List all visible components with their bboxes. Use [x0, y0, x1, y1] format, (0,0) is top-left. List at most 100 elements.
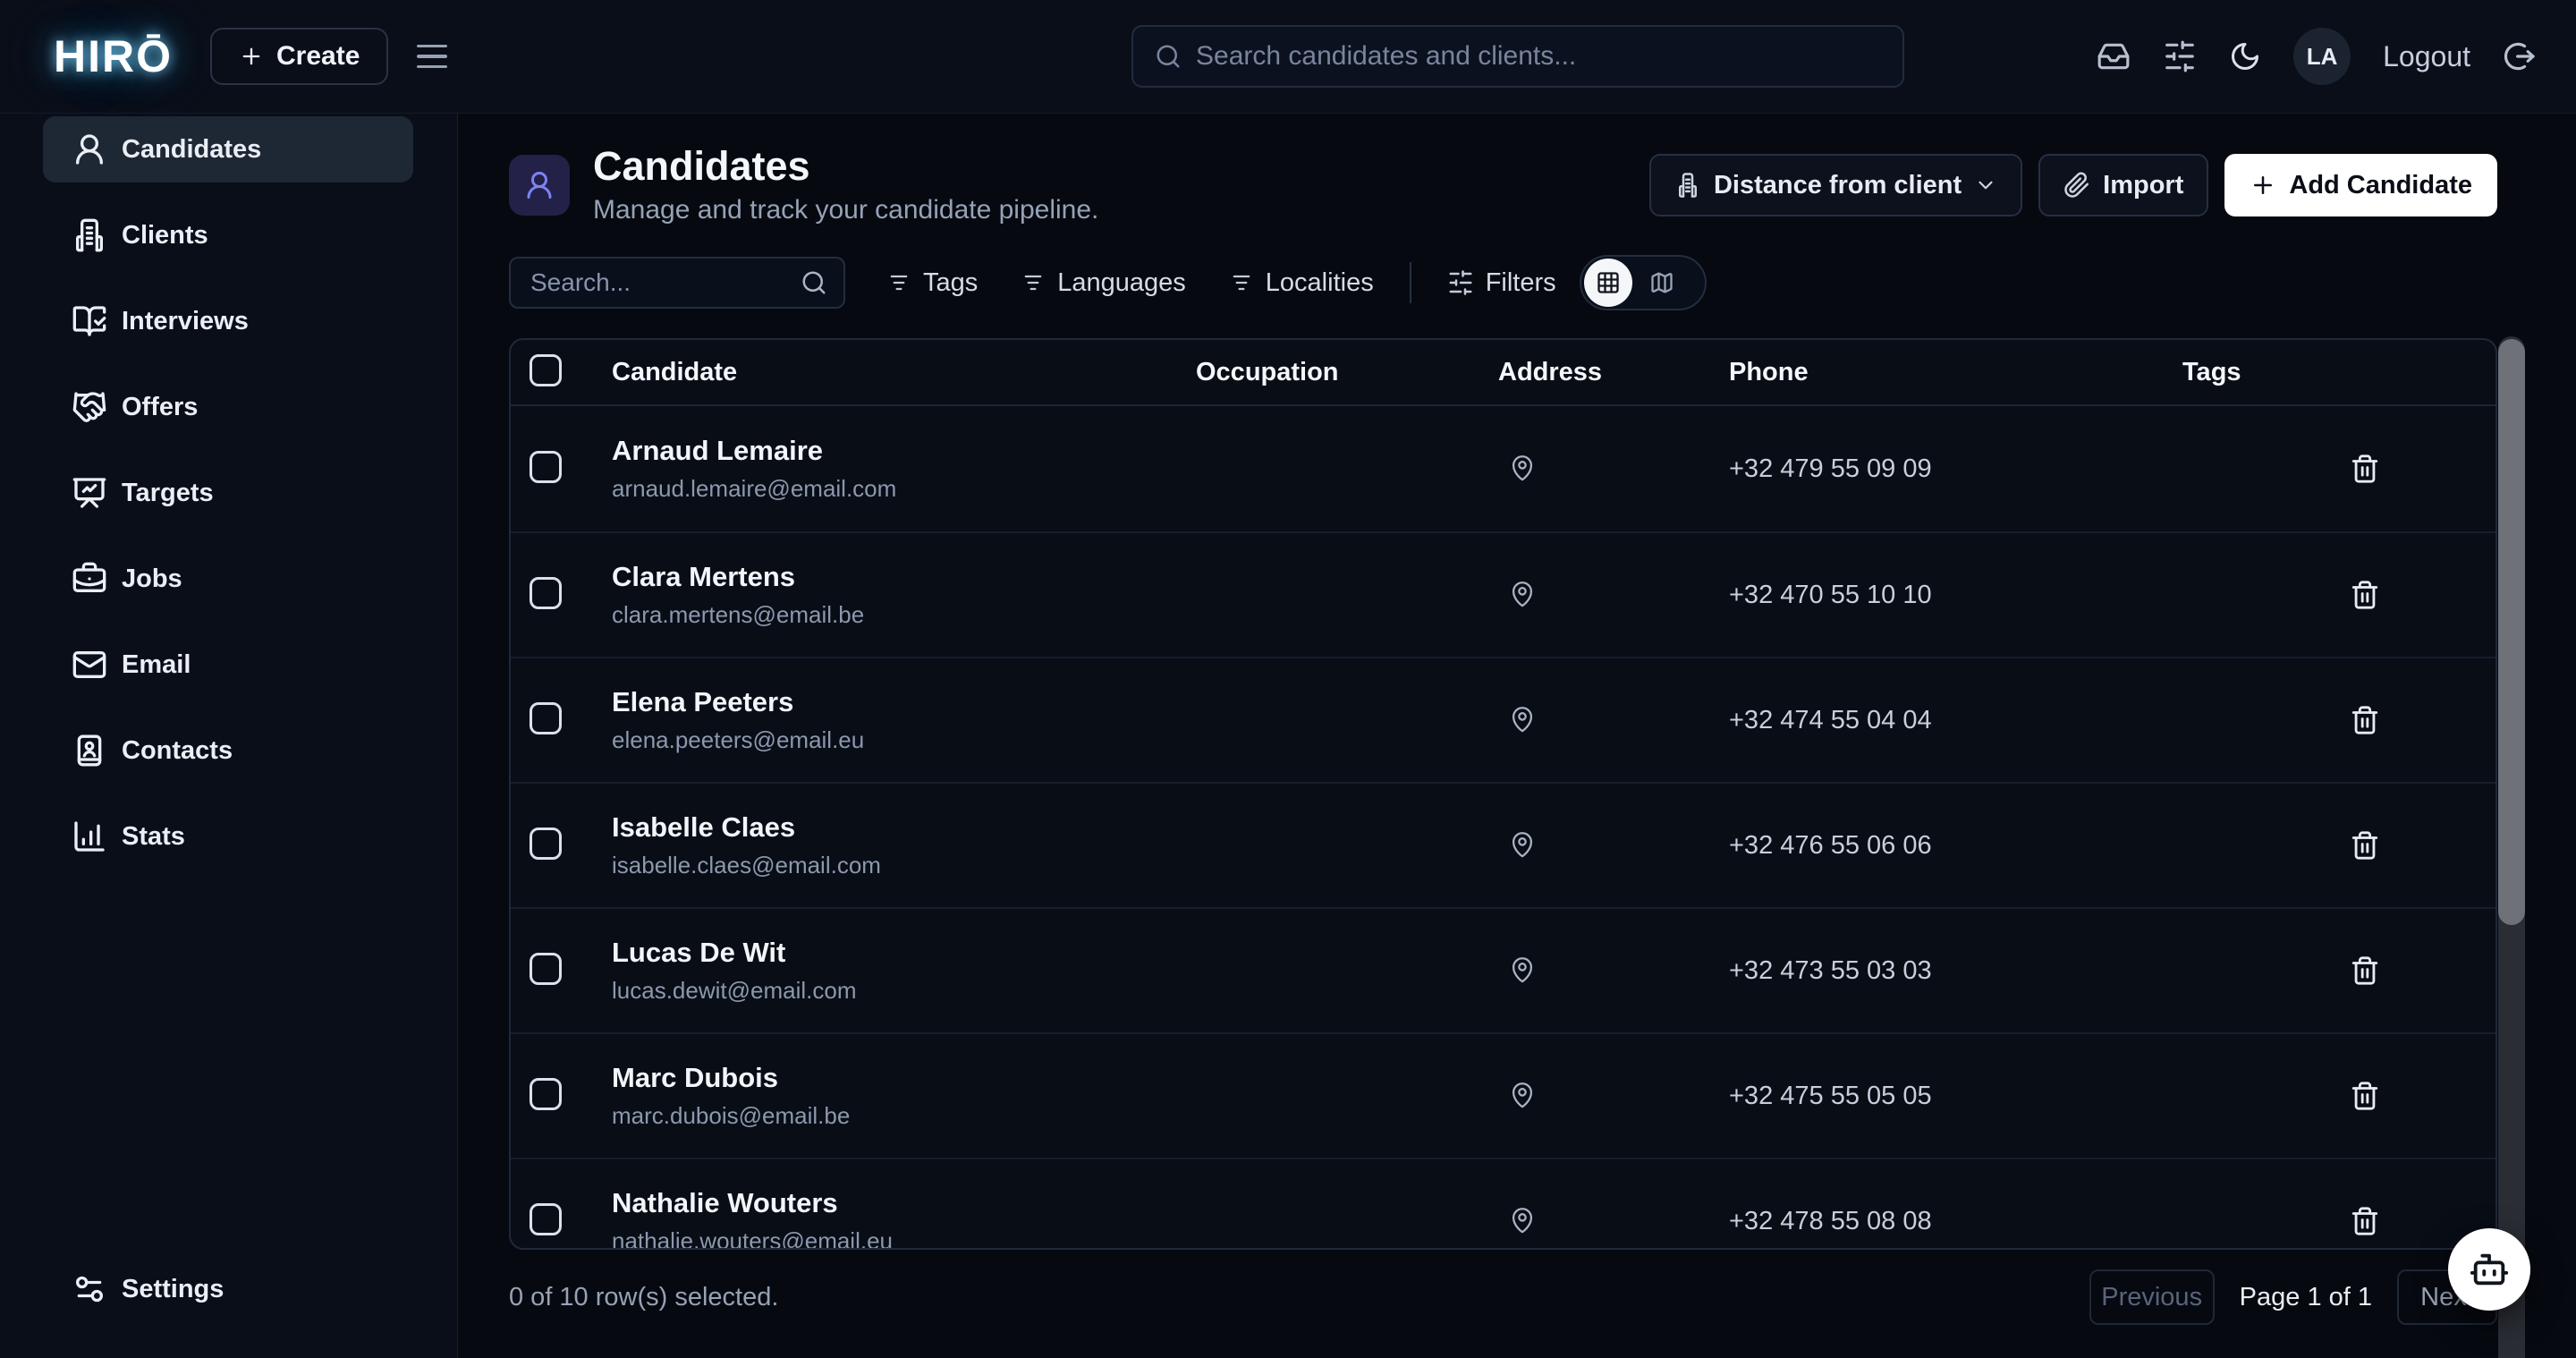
global-search-input[interactable]	[1196, 41, 1881, 72]
candidate-email: nathalie.wouters@email.eu	[612, 1227, 1196, 1250]
candidate-email: isabelle.claes@email.com	[612, 852, 1196, 879]
candidate-email: marc.dubois@email.be	[612, 1102, 1196, 1130]
distance-from-client-button[interactable]: Distance from client	[1649, 154, 2022, 216]
briefcase-icon	[72, 561, 107, 597]
row-checkbox[interactable]	[530, 1203, 562, 1235]
create-button-label: Create	[276, 41, 360, 72]
chevron-down-icon	[1974, 174, 1997, 197]
table-view-icon[interactable]	[1584, 259, 1632, 307]
row-checkbox[interactable]	[530, 1078, 562, 1110]
column-header-occupation[interactable]: Occupation	[1196, 358, 1498, 387]
table-row[interactable]: Marc Dubois marc.dubois@email.be +32 475…	[511, 1032, 2496, 1158]
assistant-bot-button[interactable]	[2448, 1228, 2530, 1311]
delete-icon[interactable]	[2350, 705, 2380, 735]
tags-filter-button[interactable]: Tags	[886, 268, 978, 298]
sidebar-item-contacts[interactable]: Contacts	[43, 717, 413, 784]
import-button[interactable]: Import	[2038, 154, 2208, 216]
map-pin-icon[interactable]	[1507, 703, 1538, 734]
candidate-phone: +32 473 55 03 03	[1729, 956, 2182, 986]
book-check-icon	[72, 303, 107, 339]
map-pin-icon[interactable]	[1507, 578, 1538, 608]
row-checkbox[interactable]	[530, 953, 562, 985]
table-row[interactable]: Isabelle Claes isabelle.claes@email.com …	[511, 782, 2496, 907]
delete-icon[interactable]	[2350, 955, 2380, 986]
avatar[interactable]: LA	[2293, 28, 2351, 85]
page-icon-chip	[509, 155, 570, 216]
column-header-address[interactable]: Address	[1498, 358, 1729, 387]
paperclip-icon	[2063, 172, 2090, 199]
column-header-candidate[interactable]: Candidate	[612, 358, 1196, 387]
map-pin-icon[interactable]	[1507, 452, 1538, 482]
table-row[interactable]: Nathalie Wouters nathalie.wouters@email.…	[511, 1158, 2496, 1250]
row-checkbox[interactable]	[530, 451, 562, 483]
scrollbar-thumb[interactable]	[2498, 339, 2525, 925]
page-title: Candidates	[593, 145, 1098, 187]
delete-icon[interactable]	[2350, 1206, 2380, 1236]
scrollbar-track[interactable]	[2498, 336, 2525, 1358]
create-button[interactable]: Create	[210, 28, 388, 85]
table-row[interactable]: Lucas De Wit lucas.dewit@email.com +32 4…	[511, 907, 2496, 1032]
plus-icon	[2250, 172, 2276, 199]
table-search-input[interactable]	[530, 268, 790, 297]
candidate-phone: +32 475 55 05 05	[1729, 1082, 2182, 1111]
candidates-table: Candidate Occupation Address Phone Tags …	[509, 338, 2497, 1250]
candidate-name: Arnaud Lemaire	[612, 435, 1196, 467]
sidebar-item-offers[interactable]: Offers	[43, 374, 413, 440]
table-row[interactable]: Elena Peeters elena.peeters@email.eu +32…	[511, 657, 2496, 782]
sidebar-item-candidates[interactable]: Candidates	[43, 116, 413, 182]
table-header: Candidate Occupation Address Phone Tags	[511, 340, 2496, 406]
map-pin-icon[interactable]	[1507, 1079, 1538, 1109]
candidate-name: Nathalie Wouters	[612, 1187, 1196, 1219]
row-checkbox[interactable]	[530, 577, 562, 609]
add-candidate-button[interactable]: Add Candidate	[2224, 154, 2497, 216]
map-pin-icon[interactable]	[1507, 828, 1538, 859]
filters-button[interactable]: Filters	[1447, 268, 1556, 298]
sidebar-item-interviews[interactable]: Interviews	[43, 288, 413, 354]
view-toggle	[1580, 255, 1707, 310]
delete-icon[interactable]	[2350, 454, 2380, 484]
sliders-icon[interactable]	[2163, 39, 2197, 73]
table-row[interactable]: Clara Mertens clara.mertens@email.be +32…	[511, 531, 2496, 657]
map-pin-icon[interactable]	[1507, 1204, 1538, 1235]
previous-page-button[interactable]: Previous	[2089, 1269, 2215, 1325]
map-pin-icon[interactable]	[1507, 954, 1538, 984]
column-header-tags[interactable]: Tags	[2182, 358, 2345, 387]
map-view-icon[interactable]	[1638, 259, 1686, 307]
sidebar-item-settings[interactable]: Settings	[43, 1256, 413, 1322]
plus-icon	[239, 44, 264, 69]
logout-icon[interactable]	[2503, 39, 2537, 73]
row-checkbox[interactable]	[530, 702, 562, 734]
sidebar: Candidates Clients Interviews Offers Tar…	[0, 114, 458, 1358]
candidate-name: Isabelle Claes	[612, 811, 1196, 844]
delete-icon[interactable]	[2350, 830, 2380, 861]
table-row[interactable]: Arnaud Lemaire arnaud.lemaire@email.com …	[511, 406, 2496, 531]
inbox-icon[interactable]	[2097, 39, 2131, 73]
filter-lines-icon	[886, 270, 911, 295]
column-header-phone[interactable]: Phone	[1729, 358, 2182, 387]
candidate-email: elena.peeters@email.eu	[612, 726, 1196, 754]
candidate-phone: +32 474 55 04 04	[1729, 706, 2182, 735]
sidebar-item-clients[interactable]: Clients	[43, 202, 413, 268]
menu-icon[interactable]	[417, 38, 453, 74]
building-icon	[1674, 172, 1701, 199]
sliders-icon	[1447, 269, 1474, 296]
sidebar-item-email[interactable]: Email	[43, 632, 413, 698]
row-checkbox[interactable]	[530, 828, 562, 860]
moon-icon[interactable]	[2229, 40, 2261, 72]
robot-icon	[2469, 1249, 2510, 1290]
select-all-checkbox[interactable]	[530, 354, 562, 386]
sidebar-item-targets[interactable]: Targets	[43, 460, 413, 526]
logout-button[interactable]: Logout	[2383, 40, 2470, 73]
languages-filter-button[interactable]: Languages	[1021, 268, 1186, 298]
candidate-name: Elena Peeters	[612, 686, 1196, 718]
bar-chart-icon	[72, 819, 107, 854]
delete-icon[interactable]	[2350, 580, 2380, 610]
topbar: HIRŌ Create LA Logout	[0, 0, 2576, 114]
delete-icon[interactable]	[2350, 1081, 2380, 1111]
filter-lines-icon	[1021, 270, 1046, 295]
sidebar-item-jobs[interactable]: Jobs	[43, 546, 413, 612]
localities-filter-button[interactable]: Localities	[1229, 268, 1374, 298]
divider	[1410, 262, 1411, 303]
page-subtitle: Manage and track your candidate pipeline…	[593, 195, 1098, 225]
sidebar-item-stats[interactable]: Stats	[43, 803, 413, 870]
